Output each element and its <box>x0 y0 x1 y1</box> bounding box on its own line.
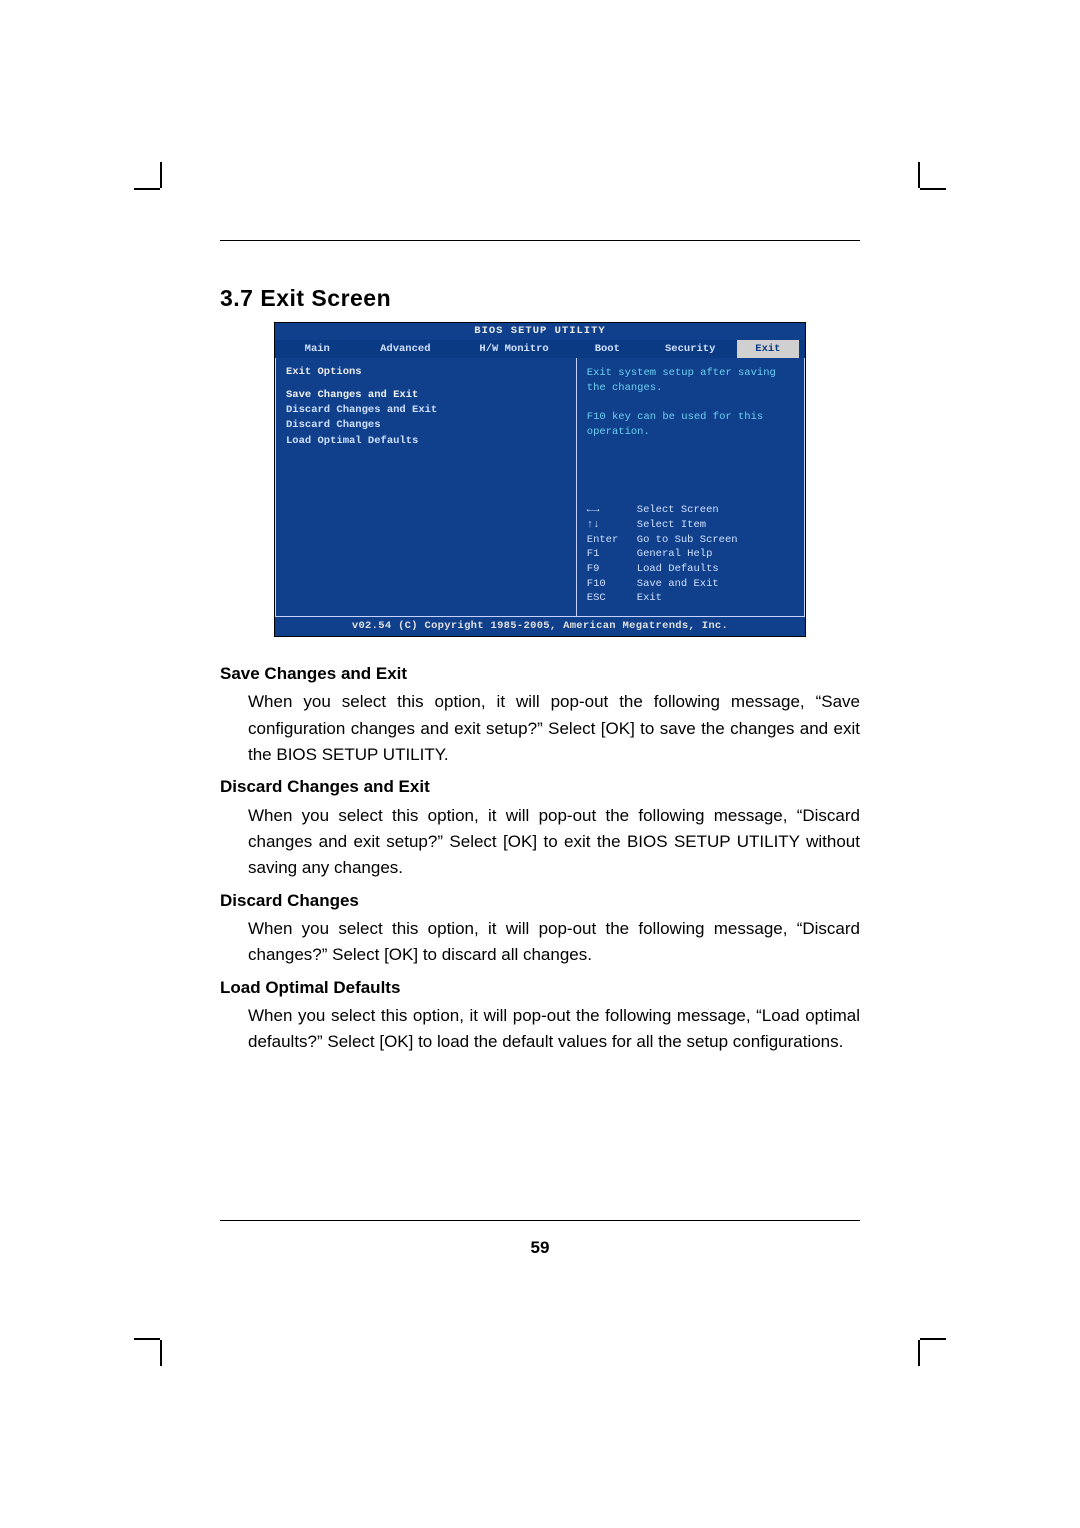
bios-key-row: ESCExit <box>587 591 794 606</box>
bios-key: F9 <box>587 562 637 577</box>
bottom-rule <box>220 1220 860 1221</box>
bios-option-load-defaults[interactable]: Load Optimal Defaults <box>286 434 566 449</box>
bios-footer: v02.54 (C) Copyright 1985-2005, American… <box>275 617 805 636</box>
bios-help-text: Exit system setup after saving the chang… <box>587 366 794 439</box>
page-content: 3.7 Exit Screen BIOS SETUP UTILITY Main … <box>220 240 860 1062</box>
paragraph: When you select this option, it will pop… <box>248 1003 860 1056</box>
bios-tab-exit[interactable]: Exit <box>737 340 799 358</box>
top-rule <box>220 240 860 241</box>
subheading: Save Changes and Exit <box>220 661 860 687</box>
bios-key-desc: General Help <box>637 547 713 562</box>
paragraph: When you select this option, it will pop… <box>248 916 860 969</box>
bios-key: ↑↓ <box>587 518 637 533</box>
bios-key: ESC <box>587 591 637 606</box>
bios-key-desc: Save and Exit <box>637 577 719 592</box>
bios-key-desc: Exit <box>637 591 662 606</box>
bios-body: Exit Options Save Changes and Exit Disca… <box>275 358 805 617</box>
bios-option-discard[interactable]: Discard Changes <box>286 418 566 433</box>
paragraph: When you select this option, it will pop… <box>248 803 860 882</box>
bios-left-panel: Exit Options Save Changes and Exit Disca… <box>275 358 577 617</box>
bios-screenshot: BIOS SETUP UTILITY Main Advanced H/W Mon… <box>220 322 860 637</box>
bios-tab-advanced[interactable]: Advanced <box>354 340 458 358</box>
page-number: 59 <box>0 1238 1080 1258</box>
bios-setup-utility: BIOS SETUP UTILITY Main Advanced H/W Mon… <box>274 322 806 637</box>
bios-key-desc: Load Defaults <box>637 562 719 577</box>
bios-key: ←→ <box>587 503 637 518</box>
bios-right-panel: Exit system setup after saving the chang… <box>577 358 805 617</box>
bios-key-row: F10Save and Exit <box>587 577 794 592</box>
bios-key: F10 <box>587 577 637 592</box>
explanatory-text: Save Changes and ExitWhen you select thi… <box>220 661 860 1056</box>
cropmark-bottom-left <box>140 1328 172 1360</box>
bios-key-row: ↑↓Select Item <box>587 518 794 533</box>
bios-key: F1 <box>587 547 637 562</box>
bios-group-title: Exit Options <box>286 366 566 378</box>
cropmark-bottom-right <box>908 1328 940 1360</box>
subheading: Load Optimal Defaults <box>220 975 860 1001</box>
cropmark-top-right <box>908 168 940 200</box>
bios-title: BIOS SETUP UTILITY <box>275 323 805 340</box>
subheading: Discard Changes <box>220 888 860 914</box>
bios-option-discard-exit[interactable]: Discard Changes and Exit <box>286 403 566 418</box>
bios-key-row: F1General Help <box>587 547 794 562</box>
bios-key-legend: ←→Select Screen↑↓Select ItemEnterGo to S… <box>587 503 794 606</box>
bios-tab-main[interactable]: Main <box>281 340 354 358</box>
cropmark-top-left <box>140 168 172 200</box>
bios-key-desc: Go to Sub Screen <box>637 533 738 548</box>
paragraph: When you select this option, it will pop… <box>248 689 860 768</box>
bios-tab-security[interactable]: Security <box>644 340 737 358</box>
bios-key-row: ←→Select Screen <box>587 503 794 518</box>
bios-option-save-exit[interactable]: Save Changes and Exit <box>286 388 566 403</box>
bios-tab-boot[interactable]: Boot <box>571 340 644 358</box>
bios-key-desc: Select Screen <box>637 503 719 518</box>
bios-key-row: EnterGo to Sub Screen <box>587 533 794 548</box>
bios-key-desc: Select Item <box>637 518 706 533</box>
subheading: Discard Changes and Exit <box>220 774 860 800</box>
section-heading: 3.7 Exit Screen <box>220 285 860 312</box>
bios-key-row: F9Load Defaults <box>587 562 794 577</box>
bios-key: Enter <box>587 533 637 548</box>
bios-tab-bar: Main Advanced H/W Monitro Boot Security … <box>275 340 805 358</box>
bios-tab-hwmon[interactable]: H/W Monitro <box>457 340 571 358</box>
